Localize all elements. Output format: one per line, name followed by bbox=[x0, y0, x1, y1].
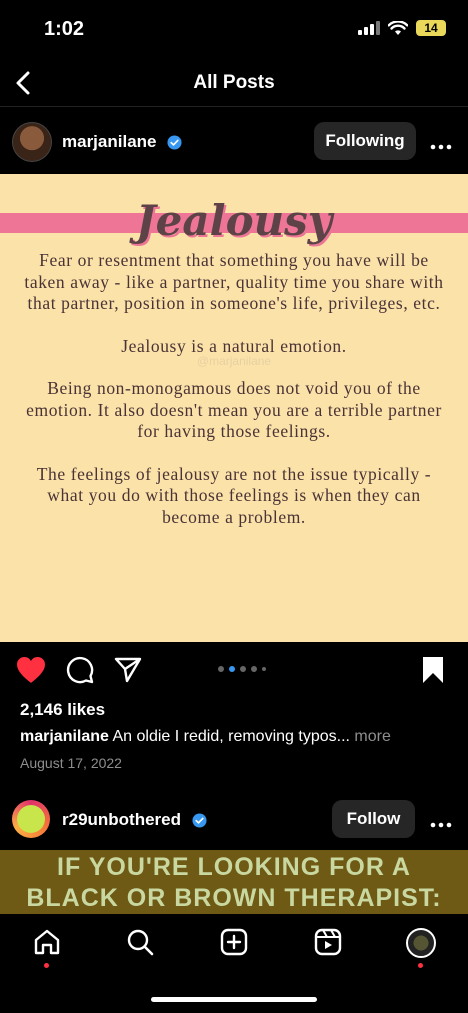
battery-indicator: 14 bbox=[416, 20, 446, 36]
post-header: marjanilane Following bbox=[0, 112, 468, 174]
caption-text: An oldie I redid, removing typos... bbox=[108, 728, 350, 745]
avatar[interactable] bbox=[12, 800, 50, 838]
page-title: All Posts bbox=[193, 72, 275, 93]
notification-dot bbox=[418, 963, 423, 968]
carousel-dot-active bbox=[229, 666, 235, 672]
likes-count[interactable]: 2,146 likes bbox=[20, 700, 105, 720]
follow-button[interactable]: Follow bbox=[332, 800, 415, 838]
post-actions bbox=[0, 650, 468, 690]
following-button[interactable]: Following bbox=[314, 122, 416, 160]
verified-badge-icon bbox=[192, 813, 207, 828]
post-date: August 17, 2022 bbox=[20, 755, 122, 771]
carousel-dot bbox=[218, 666, 224, 672]
post-paragraph: Fear or resentment that something you ha… bbox=[24, 250, 444, 313]
comment-icon[interactable] bbox=[66, 656, 94, 684]
bookmark-icon[interactable] bbox=[422, 656, 444, 684]
carousel-dot bbox=[240, 666, 246, 672]
heart-icon[interactable] bbox=[16, 656, 46, 684]
home-icon[interactable] bbox=[33, 928, 61, 956]
reels-icon[interactable] bbox=[314, 928, 342, 956]
post-image-text: IF YOU'RE LOOKING FOR A BLACK OR BROWN T… bbox=[0, 852, 468, 914]
battery-level: 14 bbox=[424, 21, 438, 35]
more-icon[interactable] bbox=[430, 808, 452, 834]
share-icon[interactable] bbox=[114, 657, 142, 683]
avatar[interactable] bbox=[12, 122, 52, 162]
cellular-signal-icon bbox=[358, 21, 380, 35]
status-bar: 1:02 14 bbox=[0, 0, 468, 60]
post-header: r29unbothered Follow bbox=[0, 790, 468, 850]
more-icon[interactable] bbox=[430, 130, 452, 156]
post-image[interactable]: IF YOU'RE LOOKING FOR A BLACK OR BROWN T… bbox=[0, 850, 468, 914]
profile-icon[interactable] bbox=[406, 928, 436, 958]
post-username[interactable]: marjanilane bbox=[62, 132, 182, 152]
verified-badge-icon bbox=[167, 135, 182, 150]
post-image[interactable]: Jealousy @marjanilane Fear or resentment… bbox=[0, 174, 468, 642]
carousel-dot bbox=[262, 667, 266, 671]
post-image-body: Fear or resentment that something you ha… bbox=[22, 250, 446, 549]
home-indicator bbox=[151, 997, 317, 1002]
bottom-tab-bar bbox=[0, 914, 468, 1013]
carousel-indicator bbox=[218, 666, 266, 672]
post-username[interactable]: r29unbothered bbox=[62, 810, 207, 830]
status-icons: 14 bbox=[358, 20, 446, 36]
post-caption[interactable]: marjanilane An oldie I redid, removing t… bbox=[20, 728, 452, 746]
username-label: r29unbothered bbox=[62, 810, 182, 829]
carousel-dot bbox=[251, 666, 257, 672]
notification-dot bbox=[44, 963, 49, 968]
create-icon[interactable] bbox=[220, 928, 248, 956]
post-paragraph: The feelings of jealousy are not the iss… bbox=[36, 463, 432, 527]
post-paragraph: Being non-monogamous does not void you o… bbox=[26, 378, 442, 441]
search-icon[interactable] bbox=[126, 928, 154, 956]
status-time: 1:02 bbox=[44, 18, 85, 40]
caption-more-link[interactable]: more bbox=[350, 728, 390, 745]
caption-username[interactable]: marjanilane bbox=[20, 728, 109, 745]
post-image-title: Jealousy bbox=[135, 196, 333, 245]
wifi-icon bbox=[388, 20, 408, 35]
post-paragraph: Jealousy is a natural emotion. bbox=[121, 335, 347, 356]
post-image-text-line: BLACK OR BROWN THERAPIST: bbox=[26, 884, 442, 912]
post-image-text-line: IF YOU'RE LOOKING FOR A bbox=[57, 853, 411, 881]
username-label: marjanilane bbox=[62, 132, 157, 151]
nav-bar: All Posts bbox=[0, 60, 468, 107]
